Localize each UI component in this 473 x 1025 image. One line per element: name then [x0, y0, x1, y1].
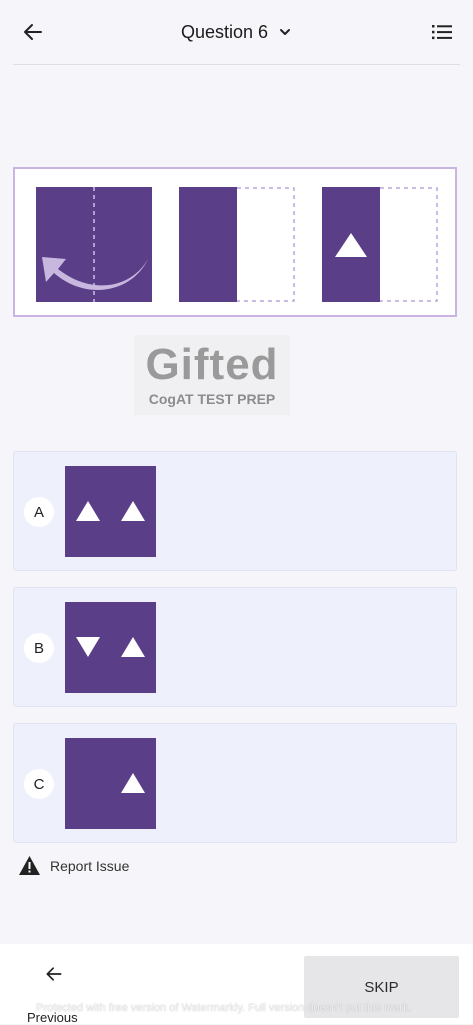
option-b[interactable]: B	[13, 587, 457, 707]
option-letter: B	[24, 633, 54, 663]
watermark-text: Protected with free version of Watermark…	[36, 1002, 412, 1014]
list-icon[interactable]	[431, 21, 453, 43]
option-letter: C	[24, 769, 54, 799]
logo-word: Gifted	[145, 340, 279, 389]
gifted-logo: Gifted CogAT TEST PREP	[134, 335, 290, 415]
report-issue-label: Report Issue	[50, 857, 130, 874]
arrow-left-icon[interactable]	[20, 20, 46, 44]
fold-step-2	[179, 187, 295, 302]
logo-subtitle: CogAT TEST PREP	[148, 391, 276, 407]
arrow-left-icon	[46, 967, 62, 981]
chevron-down-icon	[280, 29, 291, 35]
top-app-bar: Question 6	[0, 0, 473, 64]
question-selector[interactable]: Question 6	[181, 22, 292, 43]
page-title: Question 6	[180, 21, 269, 42]
option-a-figure	[65, 466, 156, 557]
option-a[interactable]: A	[13, 451, 457, 571]
header-divider	[13, 64, 460, 65]
warning-icon	[19, 856, 40, 875]
fold-step-1	[36, 187, 152, 302]
option-b-figure	[65, 602, 156, 693]
fold-step-3	[322, 187, 438, 302]
option-c-figure	[65, 738, 156, 829]
option-letter: A	[24, 497, 54, 527]
option-c[interactable]: C	[13, 723, 457, 843]
question-figure	[13, 167, 457, 317]
report-issue-link[interactable]: Report Issue	[18, 855, 129, 876]
